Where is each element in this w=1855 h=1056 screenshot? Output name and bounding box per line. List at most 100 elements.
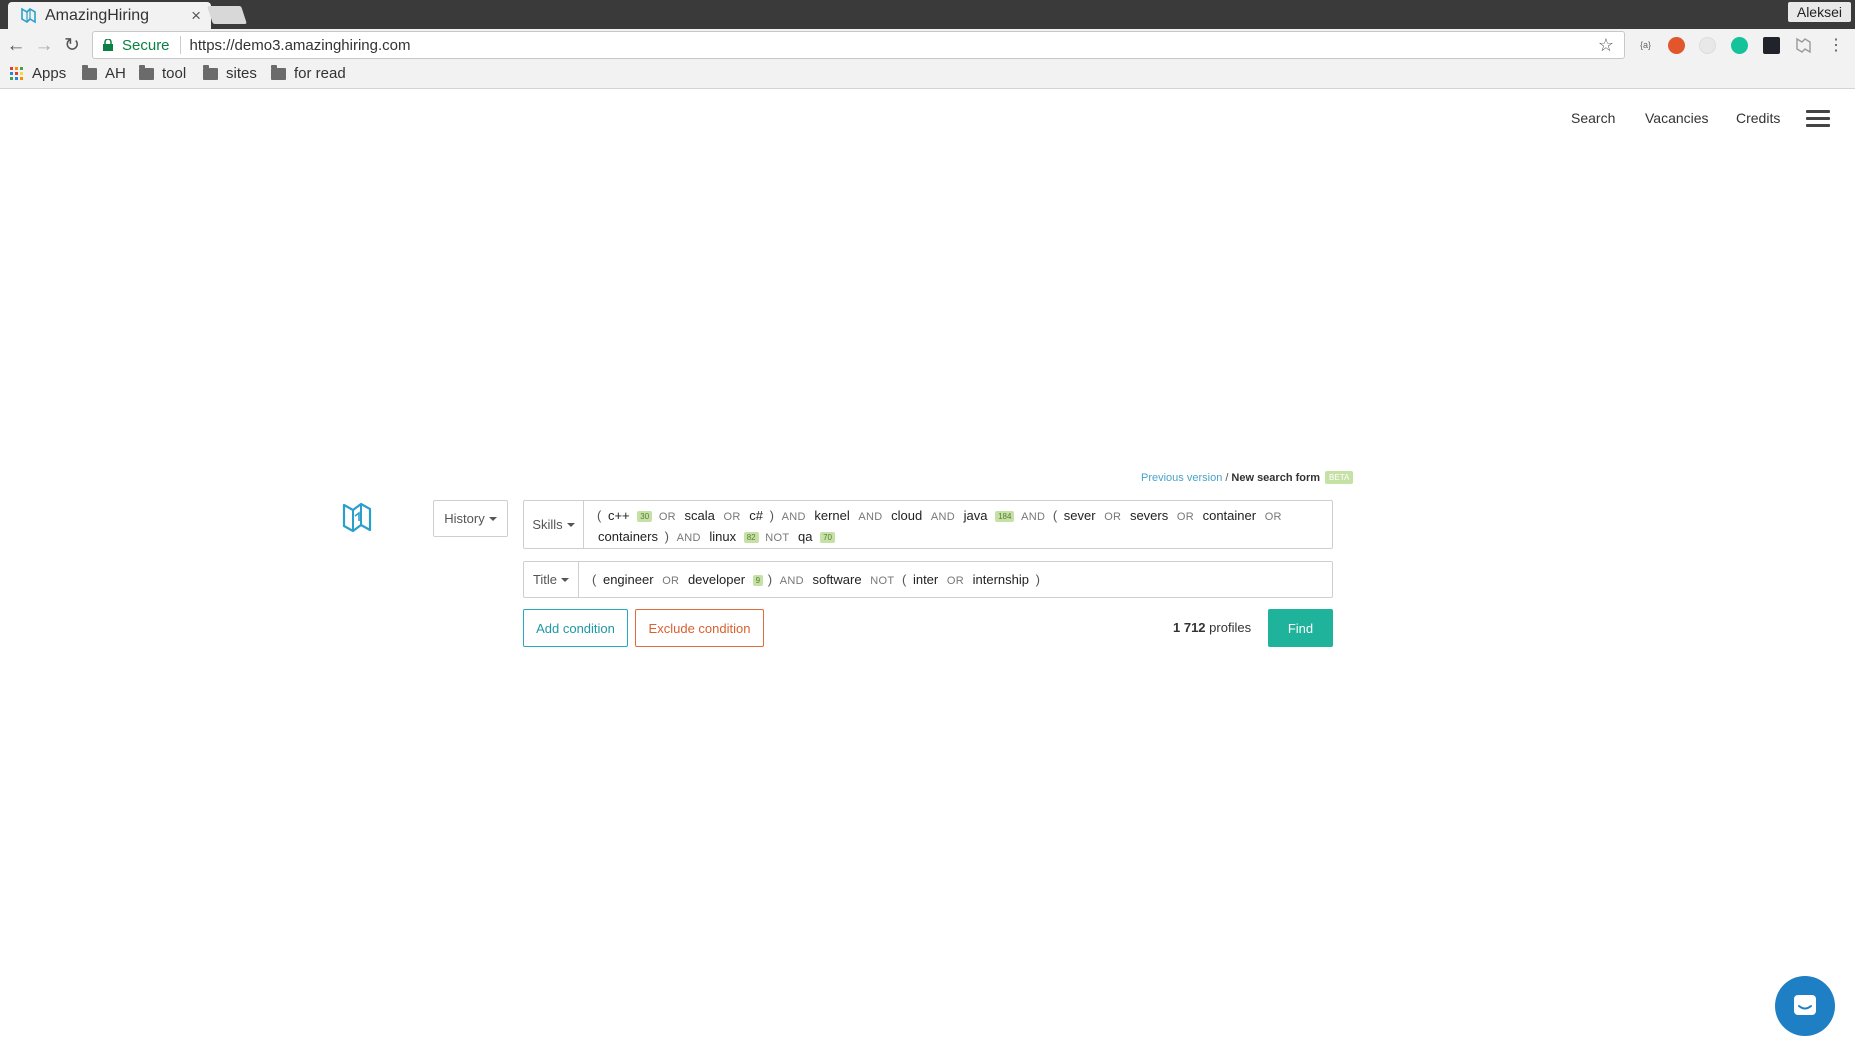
add-condition-button[interactable]: Add condition (523, 609, 628, 647)
profiles-count: 1 712 profiles (1173, 620, 1251, 635)
query-keyword[interactable]: scala (685, 508, 715, 523)
query-paren: ) (767, 572, 773, 587)
tab-close-icon[interactable]: × (191, 6, 201, 26)
address-separator (179, 36, 181, 54)
query-keyword[interactable]: cloud (891, 508, 922, 523)
query-operator: AND (781, 511, 806, 523)
query-keyword[interactable]: c# (749, 508, 763, 523)
count-badge: 82 (743, 532, 759, 544)
query-operator: AND (930, 511, 955, 523)
folder-icon (139, 64, 154, 80)
query-paren: ( (901, 572, 907, 587)
query-keyword[interactable]: developer (688, 572, 745, 587)
tab-title: AmazingHiring (45, 6, 150, 24)
nav-credits-link[interactable]: Credits (1736, 110, 1780, 126)
url-text[interactable]: https://demo3.amazinghiring.com (190, 37, 1598, 54)
chat-icon (1794, 995, 1816, 1015)
query-keyword[interactable]: software (812, 572, 861, 587)
query-operator: OR (1104, 511, 1122, 523)
query-keyword[interactable]: qa (798, 529, 812, 544)
bookmark-folder-for-read[interactable]: for read (271, 64, 346, 82)
query-operator: OR (946, 575, 964, 587)
field-label: Skills (532, 517, 563, 532)
query-keyword[interactable]: linux (709, 529, 736, 544)
bookmark-apps[interactable]: Apps (10, 65, 66, 82)
query-operator: AND (1021, 511, 1046, 523)
query-paren: ) (1035, 572, 1040, 587)
count-badge: 70 (820, 532, 835, 544)
browser-menu-icon[interactable]: ⋮ (1826, 36, 1846, 56)
query-keyword[interactable]: c++ (608, 508, 630, 523)
query-operator: OR (662, 575, 680, 587)
skills-condition: Skills ( c++ 30 OR scala OR c# ) AND ker… (523, 500, 1333, 549)
bookmarks-bar: Apps AH tool sites for read (0, 61, 1855, 89)
title-condition: Title ( engineer OR developer 9 ) AND so… (523, 561, 1333, 598)
bookmark-folder-tool[interactable]: tool (139, 64, 187, 82)
query-line: ( engineer OR developer 9 ) AND software… (591, 570, 1041, 591)
version-separator: / (1225, 471, 1229, 484)
field-label: Title (532, 572, 558, 587)
secure-label: Secure (122, 36, 170, 54)
profile-user-button[interactable]: Aleksei (1787, 2, 1851, 22)
query-operator: OR (723, 511, 741, 523)
exclude-condition-button[interactable]: Exclude condition (635, 609, 764, 647)
history-dropdown[interactable]: History (433, 500, 508, 537)
query-operator: OR (1264, 511, 1282, 523)
query-keyword[interactable]: sever (1064, 508, 1096, 523)
bookmark-folder-ah[interactable]: AH (82, 64, 126, 82)
bookmark-star-icon[interactable]: ☆ (1598, 35, 1614, 56)
chat-widget-button[interactable] (1775, 976, 1835, 1036)
adblock-icon[interactable] (1668, 37, 1685, 54)
skills-query-input[interactable]: ( c++ 30 OR scala OR c# ) AND kernel AND… (584, 501, 1297, 548)
query-operator: OR (658, 511, 676, 523)
query-keyword[interactable]: kernel (814, 508, 849, 523)
query-operator: NOT (870, 575, 895, 587)
amazinghiring-logo-icon (342, 502, 372, 533)
hamburger-icon[interactable] (1806, 110, 1830, 128)
bookmark-folder-sites[interactable]: sites (203, 64, 257, 82)
query-operator: AND (779, 575, 804, 587)
new-search-form-label: New search form (1231, 471, 1321, 484)
json-viewer-icon[interactable]: {a} (1637, 37, 1654, 54)
nav-vacancies-link[interactable]: Vacancies (1645, 110, 1709, 126)
title-query-input[interactable]: ( engineer OR developer 9 ) AND software… (579, 562, 1053, 597)
new-tab-button[interactable] (207, 6, 247, 24)
grammarly-icon[interactable] (1731, 37, 1748, 54)
query-line: containers ) AND linux 82 NOT qa 70 (596, 527, 1285, 548)
inactive-extension-icon[interactable] (1699, 37, 1716, 54)
reload-icon[interactable]: ↻ (62, 36, 82, 56)
query-keyword[interactable]: severs (1130, 508, 1168, 523)
query-paren: ( (1052, 508, 1058, 523)
chevron-down-icon (566, 522, 575, 527)
query-paren: ( (597, 508, 602, 523)
query-keyword[interactable]: containers (598, 529, 658, 544)
history-label: History (444, 511, 485, 526)
forward-arrow-icon[interactable]: → (34, 36, 54, 56)
address-bar[interactable]: Secure https://demo3.amazinghiring.com ☆ (92, 31, 1625, 59)
profiles-number: 1 712 (1173, 620, 1206, 635)
amazinghiring-extension-icon[interactable] (1795, 37, 1812, 54)
query-line: ( c++ 30 OR scala OR c# ) AND kernel AND… (596, 506, 1285, 527)
find-button[interactable]: Find (1268, 609, 1333, 647)
nav-search-link[interactable]: Search (1571, 110, 1615, 126)
bookmark-folder-label: tool (162, 65, 187, 82)
query-keyword[interactable]: inter (913, 572, 938, 587)
back-arrow-icon[interactable]: ← (6, 36, 26, 56)
query-keyword[interactable]: container (1203, 508, 1256, 523)
search-form-version-switch: Previous version / New search form BETA (1141, 471, 1354, 484)
query-keyword[interactable]: internship (973, 572, 1029, 587)
query-operator: AND (676, 532, 701, 544)
skills-field-dropdown[interactable]: Skills (524, 501, 584, 548)
folder-icon (203, 64, 218, 80)
browser-tab[interactable]: AmazingHiring × (8, 2, 211, 29)
bookmark-folder-label: sites (226, 65, 257, 82)
query-keyword[interactable]: java (964, 508, 988, 523)
previous-version-link[interactable]: Previous version (1141, 472, 1222, 484)
beta-badge: BETA (1325, 471, 1354, 484)
bookmark-folder-label: AH (105, 65, 126, 82)
title-field-dropdown[interactable]: Title (524, 562, 579, 597)
query-keyword[interactable]: engineer (603, 572, 654, 587)
react-devtools-icon[interactable] (1763, 37, 1780, 54)
amazinghiring-favicon-icon (21, 7, 36, 24)
query-paren: ( (592, 572, 597, 587)
